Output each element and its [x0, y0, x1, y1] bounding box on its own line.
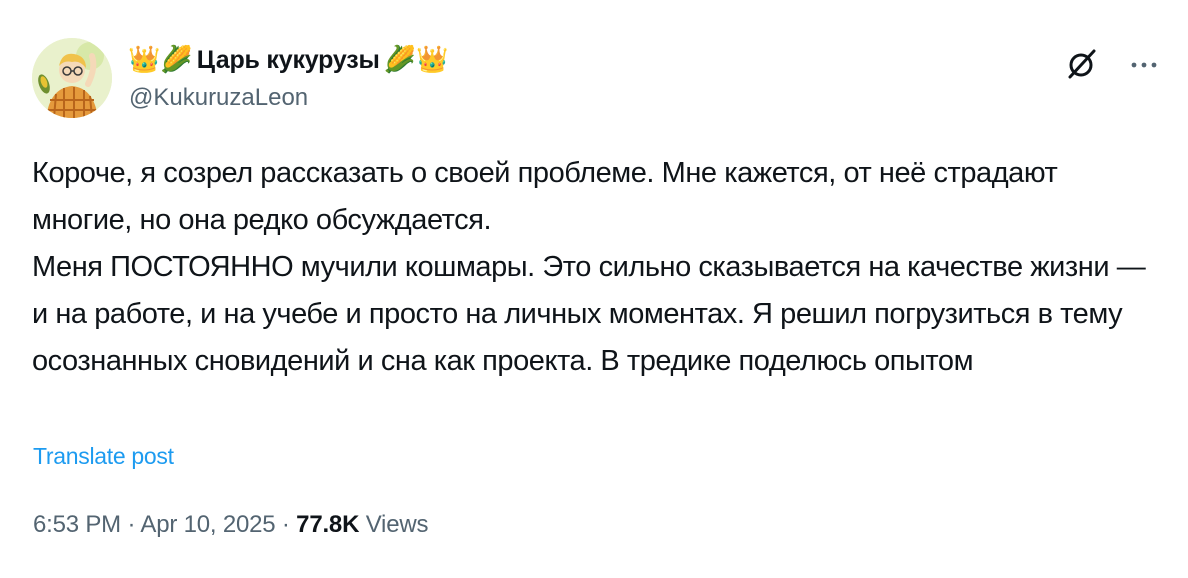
meta-separator: ·	[275, 511, 297, 538]
tweet: 👑🌽 Царь кукурузы 🌽👑 @KukuruzaLeon Короче…	[0, 0, 1188, 578]
user-handle[interactable]: @KukuruzaLeon	[129, 83, 308, 113]
more-icon[interactable]	[1124, 50, 1164, 80]
tweet-paragraph-1: Короче, я созрел рассказать о своей проб…	[32, 157, 1058, 236]
tweet-paragraph-2: Меня ПОСТОЯННО мучили кошмары. Это сильн…	[32, 251, 1146, 377]
tweet-meta: 6:53 PM · Apr 10, 2025 · 77.8K Views	[33, 508, 428, 542]
tweet-text: Короче, я созрел рассказать о своей проб…	[32, 150, 1162, 385]
post-date[interactable]: Apr 10, 2025	[140, 511, 275, 538]
corn-crown-emojis-trailing: 🌽👑	[383, 45, 449, 75]
translate-post-link[interactable]: Translate post	[33, 440, 174, 472]
grok-icon[interactable]	[1064, 46, 1100, 82]
display-name: Царь кукурузы	[196, 46, 380, 74]
display-name-row[interactable]: 👑🌽 Царь кукурузы 🌽👑	[128, 42, 448, 78]
views-label: Views	[365, 511, 429, 538]
post-time[interactable]: 6:53 PM	[33, 511, 121, 538]
views-count: 77.8K	[296, 511, 360, 538]
avatar[interactable]	[32, 38, 112, 118]
crown-corn-emojis-leading: 👑🌽	[128, 45, 193, 75]
meta-separator: ·	[120, 511, 141, 538]
